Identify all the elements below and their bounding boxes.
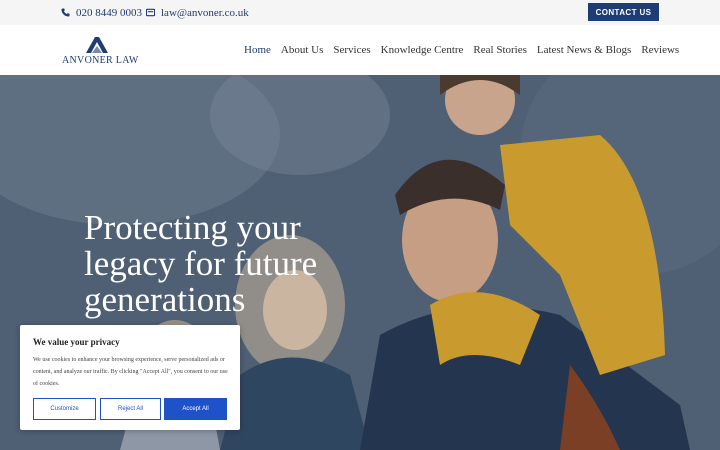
mail-icon — [146, 8, 155, 17]
contact-us-button[interactable]: CONTACT US — [588, 3, 659, 21]
customize-button[interactable]: Customize — [33, 398, 96, 420]
site-header: ANVONER LAW Home About Us Services Knowl… — [0, 25, 720, 75]
phone-icon — [61, 8, 70, 17]
phone-number: 020 8449 0003 — [76, 6, 142, 19]
nav-knowledge-centre[interactable]: Knowledge Centre — [381, 44, 464, 56]
top-bar: 020 8449 0003 law@anvoner.co.uk CONTACT … — [0, 0, 720, 25]
email-address: law@anvoner.co.uk — [161, 6, 249, 19]
nav-reviews[interactable]: Reviews — [641, 44, 679, 56]
email-link[interactable]: law@anvoner.co.uk — [146, 0, 249, 25]
reject-all-button[interactable]: Reject All — [100, 398, 161, 420]
accept-all-button[interactable]: Accept All — [164, 398, 227, 420]
nav-home[interactable]: Home — [244, 44, 271, 56]
cookie-consent-banner: We value your privacy We use cookies to … — [20, 325, 240, 430]
logo-text[interactable]: ANVONER LAW — [62, 55, 139, 66]
cookie-description: We use cookies to enhance your browsing … — [33, 357, 228, 387]
cookie-title: We value your privacy — [33, 337, 120, 347]
nav-real-stories[interactable]: Real Stories — [473, 44, 526, 56]
nav-latest-news[interactable]: Latest News & Blogs — [537, 44, 631, 56]
nav-about-us[interactable]: About Us — [281, 44, 323, 56]
main-nav: Home About Us Services Knowledge Centre … — [244, 25, 689, 75]
hero-heading: Protecting your legacy for future genera… — [84, 208, 318, 319]
nav-services[interactable]: Services — [333, 44, 370, 56]
phone-link[interactable]: 020 8449 0003 — [61, 0, 142, 25]
